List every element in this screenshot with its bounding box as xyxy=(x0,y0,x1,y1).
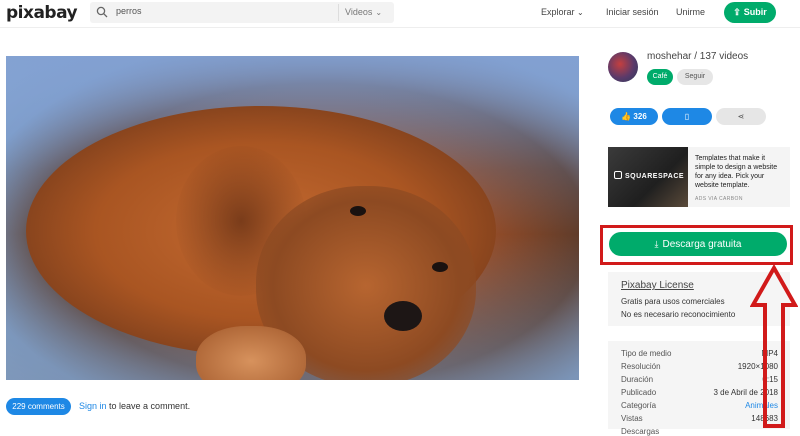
license-line: Gratis para usos comerciales xyxy=(621,297,725,306)
share-button[interactable]: ⋖ xyxy=(716,108,766,125)
like-count: 326 xyxy=(633,112,647,121)
chevron-down-icon: ⌄ xyxy=(375,8,383,17)
comment-signin-text: Sign in to leave a comment. xyxy=(79,401,190,411)
search-icon xyxy=(96,6,108,18)
thumbs-up-icon: 👍 xyxy=(621,112,632,121)
download-label: Descarga gratuita xyxy=(662,239,742,250)
squarespace-logo: SQUARESPACE xyxy=(614,171,684,180)
signin-suffix: to leave a comment. xyxy=(106,401,191,411)
media-type-dropdown[interactable]: Videos ⌄ xyxy=(338,4,392,21)
carbon-ad[interactable]: SQUARESPACE Templates that make it simpl… xyxy=(608,147,790,207)
annotation-arrow xyxy=(750,265,798,428)
bookmark-icon: ▯ xyxy=(684,112,690,121)
dog-nose xyxy=(384,301,422,331)
comments-count-button[interactable]: 229 comments xyxy=(6,398,71,415)
author-line[interactable]: moshehar / 137 videos xyxy=(647,51,748,62)
search-input[interactable]: perros xyxy=(116,6,142,16)
media-type-label: Videos xyxy=(345,7,373,17)
ad-via-label[interactable]: ADS VIA CARBON xyxy=(695,196,743,202)
ad-thumbnail: SQUARESPACE xyxy=(608,147,688,207)
dog-eye xyxy=(350,206,366,216)
upload-icon: ⇪ xyxy=(733,7,741,17)
download-icon: ⤓ xyxy=(654,239,659,249)
bookmark-button[interactable]: ▯ xyxy=(662,108,712,125)
signin-link[interactable]: Sign in xyxy=(79,401,107,411)
explore-menu[interactable]: Explorar ⌄ xyxy=(541,7,584,17)
avatar[interactable] xyxy=(608,52,638,82)
license-line: No es necesario reconocimiento xyxy=(621,310,736,319)
search-bar[interactable]: perros Videos ⌄ xyxy=(90,2,394,23)
share-icon: ⋖ xyxy=(737,112,745,121)
ad-text[interactable]: Templates that make it simple to design … xyxy=(695,154,787,190)
dog-paw xyxy=(196,326,306,380)
explore-label: Explorar xyxy=(541,7,575,17)
login-link[interactable]: Iniciar sesión xyxy=(606,7,659,17)
pixabay-logo[interactable]: pixabay xyxy=(6,3,78,23)
free-download-button[interactable]: ⤓ Descarga gratuita xyxy=(609,232,787,256)
upload-label: Subir xyxy=(743,7,767,17)
top-navigation-bar: pixabay perros Videos ⌄ Explorar ⌄ Inicia… xyxy=(0,0,800,28)
cafe-button[interactable]: Café xyxy=(647,69,673,85)
join-link[interactable]: Unirme xyxy=(676,7,705,17)
video-preview[interactable] xyxy=(6,56,579,380)
license-link[interactable]: Pixabay License xyxy=(621,280,694,291)
chevron-down-icon: ⌄ xyxy=(577,8,584,17)
dog-eye xyxy=(432,262,448,272)
upload-button[interactable]: ⇪ Subir xyxy=(724,2,776,23)
follow-button[interactable]: Seguir xyxy=(677,69,713,85)
like-button[interactable]: 👍 326 xyxy=(610,108,658,125)
